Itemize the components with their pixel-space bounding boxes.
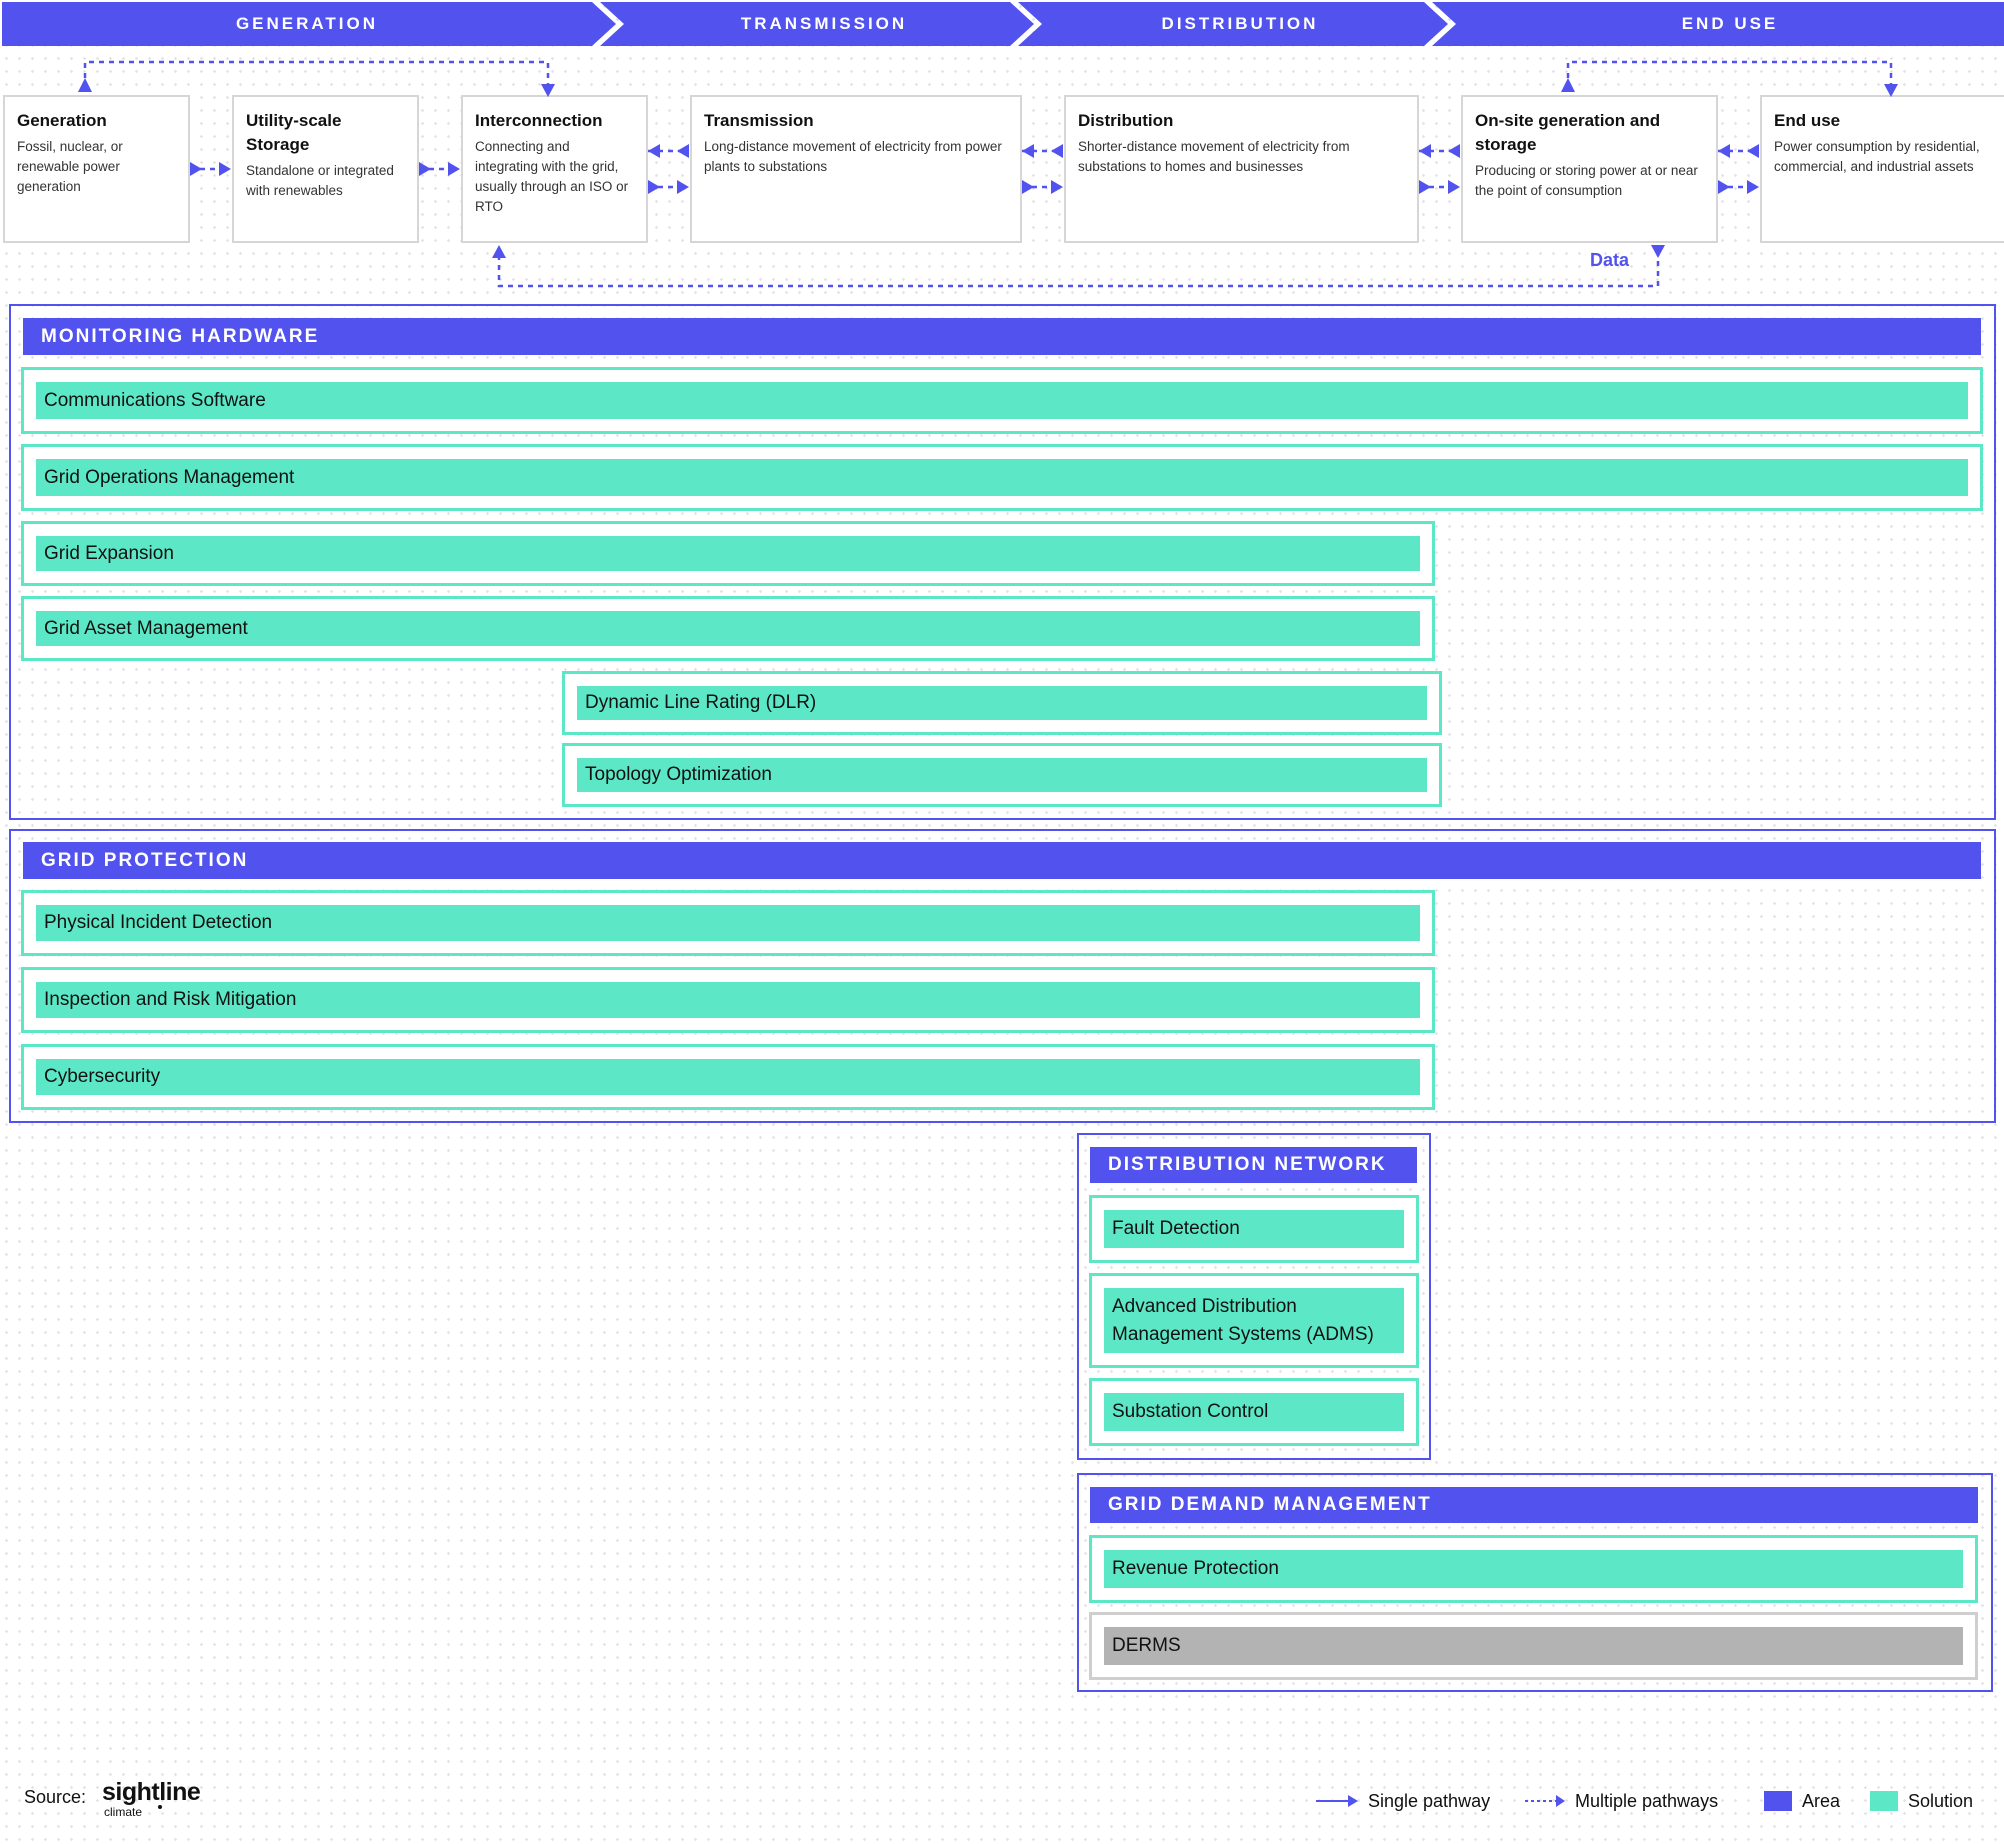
solution-label: Inspection and Risk Mitigation — [36, 982, 1420, 1018]
legend-label: Multiple pathways — [1575, 1790, 1719, 1811]
process-title: End use — [1774, 111, 1841, 130]
process-box-transmission: Transmission Long-distance movement of e… — [690, 95, 1022, 243]
pathway-loop-onsite — [1566, 60, 1893, 88]
process-desc: Long-distance movement of electricity fr… — [704, 139, 1002, 174]
solution-revenue-protection[interactable]: Revenue Protection — [1089, 1535, 1978, 1603]
stage-transmission: TRANSMISSION — [624, 2, 1024, 46]
logo-dot-icon — [158, 1805, 162, 1809]
legend-label: Single pathway — [1368, 1790, 1491, 1811]
process-desc: Connecting and integrating with the grid… — [475, 139, 629, 214]
solution-adms[interactable]: Advanced Distribution Management Systems… — [1089, 1273, 1419, 1368]
process-box-utility-storage: Utility-scale Storage Standalone or inte… — [232, 95, 419, 243]
solid-arrow-icon — [1316, 1795, 1358, 1807]
area-title: GRID DEMAND MANAGEMENT — [1090, 1487, 1978, 1523]
logo-subtext: climate — [104, 1805, 143, 1819]
area-title: MONITORING HARDWARE — [23, 318, 1981, 355]
stage-label: DISTRIBUTION — [1161, 14, 1319, 33]
stage-label: GENERATION — [235, 14, 379, 33]
stage-end-use: END USE — [1456, 2, 2004, 46]
solution-grid-expansion[interactable]: Grid Expansion — [21, 521, 1435, 586]
solution-label: Advanced Distribution Management Systems… — [1104, 1288, 1404, 1353]
solution-swatch-icon — [1870, 1791, 1898, 1811]
process-box-onsite: On-site generation and storage Producing… — [1461, 95, 1718, 243]
solution-label: Communications Software — [36, 382, 1968, 419]
process-title: Utility-scale Storage — [246, 111, 342, 154]
solution-physical-incident-detection[interactable]: Physical Incident Detection — [21, 890, 1435, 956]
solution-label: Grid Expansion — [36, 536, 1420, 571]
process-box-distribution: Distribution Shorter-distance movement o… — [1064, 95, 1419, 243]
solution-label: Cybersecurity — [36, 1059, 1420, 1095]
dotted-arrow-icon — [1525, 1795, 1565, 1807]
process-desc: Producing or storing power at or near th… — [1475, 163, 1698, 198]
source-label: Source: — [24, 1787, 87, 1807]
area-swatch-icon — [1764, 1791, 1792, 1811]
legend-multiple-pathways: Multiple pathways — [1525, 1783, 1718, 1819]
solution-label: DERMS — [1104, 1627, 1963, 1665]
solution-cybersecurity[interactable]: Cybersecurity — [21, 1044, 1435, 1110]
pathway-loop-generation — [83, 60, 550, 88]
solution-grid-asset-management[interactable]: Grid Asset Management — [21, 596, 1435, 661]
solution-dynamic-line-rating[interactable]: Dynamic Line Rating (DLR) — [562, 671, 1442, 735]
area-title: GRID PROTECTION — [23, 842, 1981, 879]
stage-generation: GENERATION — [2, 2, 612, 46]
process-box-end-use: End use Power consumption by residential… — [1760, 95, 2004, 243]
legend-label: Area — [1802, 1790, 1841, 1811]
solution-label: Dynamic Line Rating (DLR) — [577, 686, 1427, 720]
stage-distribution: DISTRIBUTION — [1042, 2, 1438, 46]
process-desc: Power consumption by residential, commer… — [1774, 139, 1980, 174]
solution-label: Grid Asset Management — [36, 611, 1420, 646]
process-title: Generation — [17, 111, 107, 130]
data-label: Data — [1590, 250, 1630, 270]
stage-label: END USE — [1681, 14, 1779, 33]
process-box-generation: Generation Fossil, nuclear, or renewable… — [3, 95, 190, 243]
process-box-interconnection: Interconnection Connecting and integrati… — [461, 95, 648, 243]
legend-label: Solution — [1908, 1790, 1974, 1811]
solution-communications-software[interactable]: Communications Software — [21, 367, 1983, 434]
solution-label: Physical Incident Detection — [36, 905, 1420, 941]
solution-topology-optimization[interactable]: Topology Optimization — [562, 743, 1442, 807]
legend-single-pathway: Single pathway — [1316, 1783, 1490, 1819]
process-title: Distribution — [1078, 111, 1174, 130]
solution-label: Substation Control — [1104, 1393, 1404, 1431]
process-title: Interconnection — [475, 111, 603, 130]
pathway-data-loop — [497, 255, 1660, 288]
solution-fault-detection[interactable]: Fault Detection — [1089, 1195, 1419, 1263]
solution-inspection-risk-mitigation[interactable]: Inspection and Risk Mitigation — [21, 967, 1435, 1033]
legend-solution: Solution — [1870, 1783, 1973, 1819]
process-desc: Standalone or integrated with renewables — [246, 163, 394, 198]
solution-substation-control[interactable]: Substation Control — [1089, 1378, 1419, 1446]
legend-area: Area — [1764, 1783, 1840, 1819]
logo-text: sightline — [102, 1778, 201, 1806]
solution-label: Topology Optimization — [577, 758, 1427, 792]
process-title: On-site generation and storage — [1475, 111, 1661, 154]
process-title: Transmission — [704, 111, 814, 130]
sightline-logo: sightline climate — [102, 1778, 222, 1822]
area-title: DISTRIBUTION NETWORK — [1090, 1147, 1417, 1183]
process-desc: Fossil, nuclear, or renewable power gene… — [17, 139, 123, 194]
solution-label: Fault Detection — [1104, 1210, 1404, 1248]
solution-derms[interactable]: DERMS — [1089, 1612, 1978, 1680]
stage-label: TRANSMISSION — [740, 14, 908, 33]
solution-label: Revenue Protection — [1104, 1550, 1963, 1588]
process-desc: Shorter-distance movement of electricity… — [1078, 139, 1350, 174]
solution-grid-operations-management[interactable]: Grid Operations Management — [21, 444, 1983, 511]
solution-label: Grid Operations Management — [36, 459, 1968, 496]
